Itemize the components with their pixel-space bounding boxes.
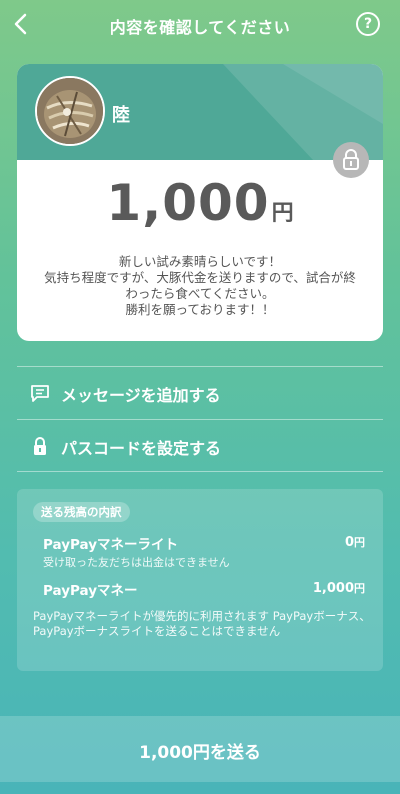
breakdown-label: 送る残高の内訳 <box>33 502 130 522</box>
message-line: 勝利を願っております！！ <box>125 302 275 317</box>
header: 内容を確認してください ? <box>0 0 400 48</box>
home-indicator <box>133 785 267 790</box>
message-line: 気持ち程度ですが、大豚代金を送りますので、試合が終 <box>44 270 356 285</box>
card-header: 陸 <box>17 64 383 160</box>
amount-value: 1,000 <box>106 174 270 232</box>
paypay-money-unit: 円 <box>354 582 365 595</box>
set-passcode-button[interactable]: パスコードを設定する <box>17 420 383 472</box>
paypay-money-value: 1,000円 <box>313 580 365 596</box>
page-title: 内容を確認してください <box>109 18 291 37</box>
message-icon <box>31 385 49 402</box>
lock-icon <box>34 437 46 455</box>
balance-breakdown: 送る残高の内訳 PayPayマネーライト 0円 受け取った友だちは出金はできませ… <box>17 489 383 671</box>
send-button[interactable]: 1,000円を送る <box>0 716 400 782</box>
add-message-button[interactable]: メッセージを追加する <box>17 367 383 419</box>
message-line: 新しい試み素晴らしいです！ <box>118 254 282 269</box>
lock-icon <box>333 142 369 178</box>
divider <box>17 471 383 472</box>
message-text: 新しい試み素晴らしいです！ 気持ち程度ですが、大豚代金を送りますので、試合が終 … <box>17 254 383 318</box>
send-button-label: 1,000円を送る <box>139 743 261 763</box>
help-icon[interactable]: ? <box>356 12 380 36</box>
amount-display: 1,000円 <box>17 174 383 232</box>
paypay-money-lite-value: 0円 <box>345 534 365 550</box>
paypay-money-label: PayPayマネー <box>43 583 138 599</box>
message-line: わったら食べてください。 <box>125 286 275 301</box>
paypay-money-lite-amount: 0 <box>344 535 354 550</box>
transfer-card: 陸 1,000円 新しい試み素晴らしいです！ 気持ち程度ですが、大豚代金を送りま… <box>17 64 383 341</box>
paypay-money-lite-unit: 円 <box>354 536 365 549</box>
amount-currency: 円 <box>271 201 294 226</box>
avatar <box>35 76 105 146</box>
add-message-label: メッセージを追加する <box>61 386 221 405</box>
recipient-name: 陸 <box>112 105 130 126</box>
paypay-money-lite-label: PayPayマネーライト <box>43 537 179 553</box>
breakdown-footnote: PayPayマネーライトが優先的に利用されます PayPayボーナス、PayPa… <box>33 609 371 638</box>
paypay-money-amount: 1,000 <box>312 581 354 596</box>
paypay-money-lite-note: 受け取った友だちは出金はできません <box>43 556 230 569</box>
set-passcode-label: パスコードを設定する <box>61 439 222 458</box>
